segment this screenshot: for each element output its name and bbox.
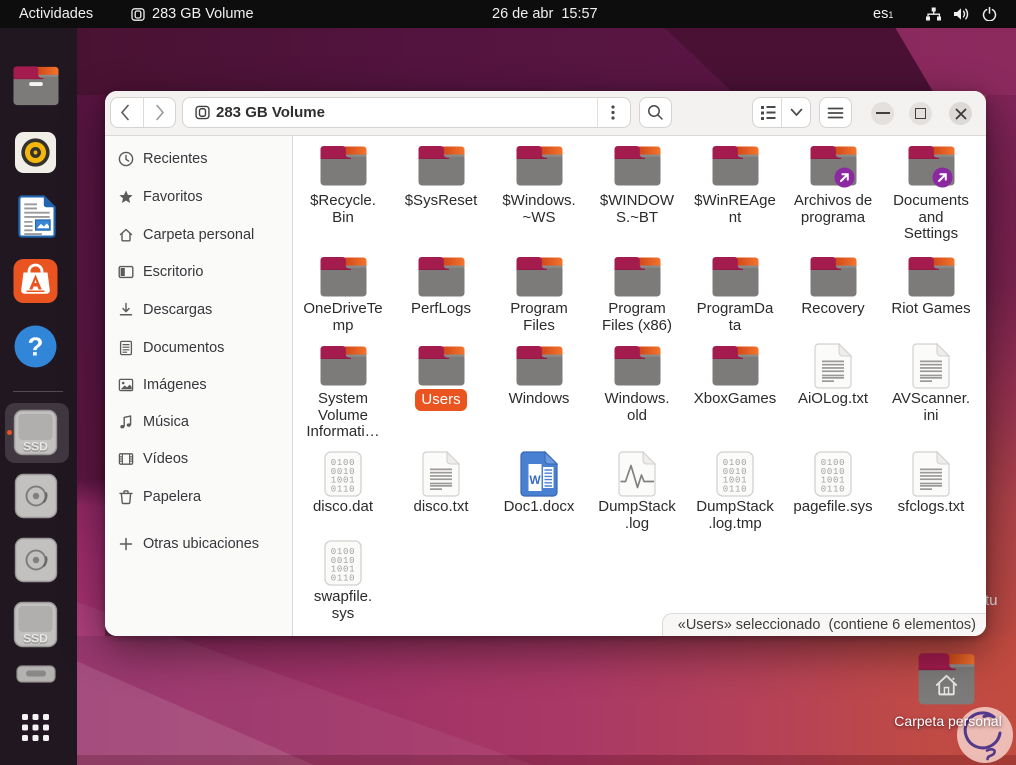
svg-text:?: ? <box>28 332 44 362</box>
svg-text:SSD: SSD <box>23 632 48 646</box>
svg-text:SSD: SSD <box>23 440 48 454</box>
